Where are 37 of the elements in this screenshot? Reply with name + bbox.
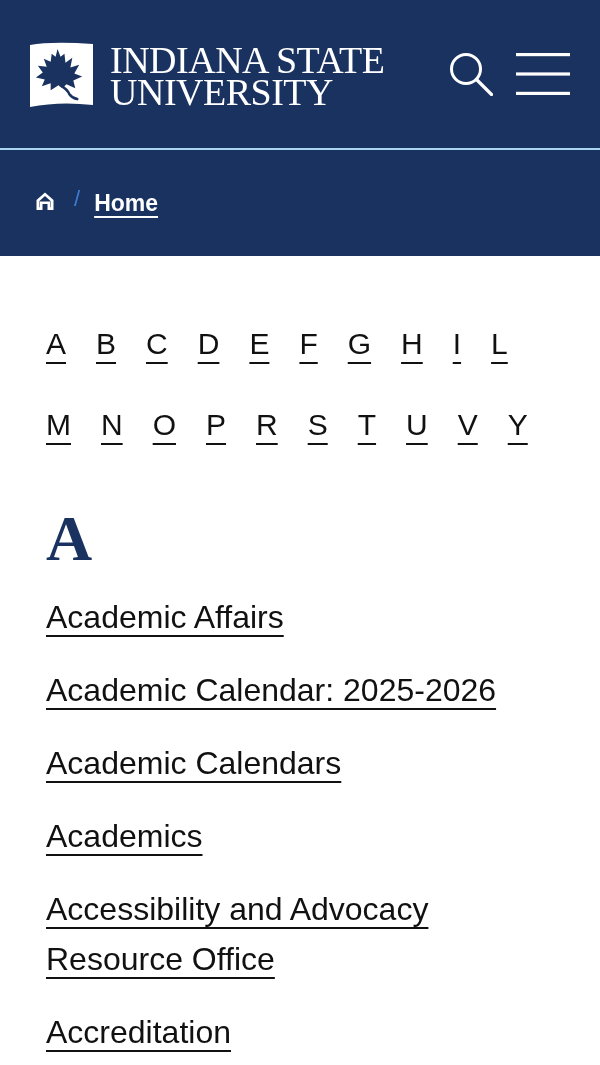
university-logo[interactable]: INDIANA STATE UNIVERSITY: [30, 41, 385, 108]
letter-link[interactable]: B: [96, 326, 117, 362]
breadcrumb-separator: /: [74, 186, 81, 212]
letter-link[interactable]: F: [299, 326, 318, 362]
search-button[interactable]: [449, 52, 493, 96]
menu-icon: [516, 53, 570, 95]
letter-link[interactable]: M: [46, 407, 71, 443]
maple-leaf-logo-icon: [30, 42, 93, 107]
index-link[interactable]: Academic Calendars: [46, 738, 342, 788]
letter-link[interactable]: H: [401, 326, 423, 362]
index-link[interactable]: Academic Affairs: [46, 592, 284, 642]
letter-link[interactable]: S: [307, 407, 328, 443]
breadcrumb-link[interactable]: Home: [94, 189, 159, 217]
index-link[interactable]: Accreditation: [46, 1007, 231, 1057]
letter-link[interactable]: Y: [507, 407, 528, 443]
menu-button[interactable]: [516, 53, 570, 95]
letter-link[interactable]: R: [256, 407, 278, 443]
letter-link[interactable]: A: [46, 326, 66, 362]
letter-link[interactable]: V: [457, 407, 478, 443]
section-heading: A: [46, 507, 93, 571]
index-link[interactable]: Academics: [46, 811, 203, 861]
search-icon: [449, 52, 493, 96]
letter-link[interactable]: D: [197, 326, 220, 362]
index-link[interactable]: Academic Calendar: 2025-2026: [46, 665, 497, 715]
letter-link[interactable]: N: [101, 407, 123, 443]
letter-link[interactable]: T: [357, 407, 377, 443]
letter-link[interactable]: E: [249, 326, 270, 362]
letter-link[interactable]: C: [146, 326, 168, 362]
letter-link[interactable]: P: [206, 407, 227, 443]
index-link[interactable]: Accessibility and Advocacy Resource Office: [46, 884, 554, 984]
letter-link[interactable]: I: [452, 326, 462, 362]
home-icon[interactable]: [35, 191, 55, 211]
logo-wordmark: INDIANA STATE UNIVERSITY: [110, 41, 385, 108]
letter-link[interactable]: G: [347, 326, 372, 362]
letter-link[interactable]: L: [491, 326, 508, 362]
letter-link[interactable]: U: [406, 407, 428, 443]
letter-link[interactable]: O: [152, 407, 176, 443]
